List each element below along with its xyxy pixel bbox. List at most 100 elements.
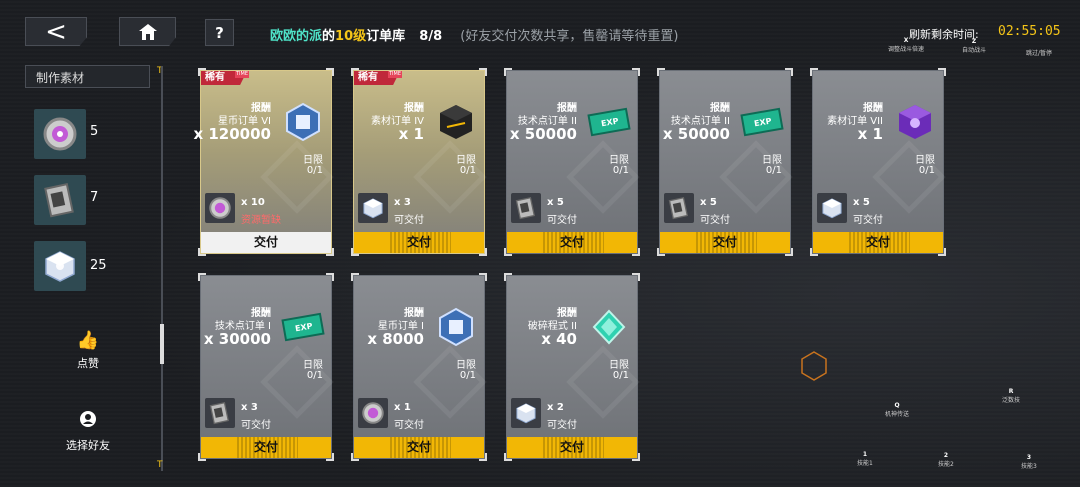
card-corner bbox=[479, 273, 487, 281]
order-card[interactable]: 报酬 技术点订单 I x 30000 EXP 日限 0/1 x 3 可交付 交付 bbox=[198, 273, 334, 461]
reward-item[interactable] bbox=[434, 306, 478, 348]
required-item[interactable] bbox=[817, 193, 847, 223]
required-item[interactable] bbox=[664, 193, 694, 223]
daily-limit-label: 日限 bbox=[456, 360, 476, 371]
reward-item[interactable]: EXP bbox=[281, 306, 325, 348]
sidebar-scrollbar[interactable] bbox=[160, 66, 164, 471]
daily-limit-progress: 0/1 bbox=[612, 370, 629, 381]
deliver-button[interactable]: 交付 bbox=[354, 232, 484, 253]
material-purple-orb[interactable] bbox=[34, 109, 86, 159]
select-friend-button[interactable]: 选择好友 bbox=[58, 410, 118, 453]
order-card[interactable]: 报酬 破碎程式 II x 40 日限 0/1 x 2 可交付 交付 bbox=[504, 273, 640, 461]
hint-r[interactable]: R 泛数技 bbox=[1002, 388, 1020, 404]
home-button[interactable] bbox=[119, 17, 176, 46]
reward-item[interactable] bbox=[434, 101, 478, 143]
help-button[interactable]: ? bbox=[205, 19, 234, 46]
scroll-thumb[interactable] bbox=[160, 324, 164, 364]
reward-amount: x 50000 bbox=[509, 125, 577, 143]
material-count: 7 bbox=[90, 190, 99, 205]
card-corner bbox=[810, 68, 818, 76]
card-corner bbox=[351, 273, 359, 281]
required-item[interactable] bbox=[358, 398, 388, 428]
thumbs-up-icon: 👍 bbox=[76, 330, 100, 351]
order-card[interactable]: 报酬 技术点订单 II x 50000 EXP 日限 0/1 x 5 可交付 交… bbox=[657, 68, 793, 256]
deliver-button[interactable]: 交付 bbox=[507, 437, 637, 458]
reward-item[interactable] bbox=[893, 101, 937, 143]
reward-item[interactable] bbox=[281, 101, 325, 143]
required-quantity: x 10 bbox=[241, 197, 265, 208]
reward-amount: x 1 bbox=[857, 125, 883, 143]
data-chip-icon bbox=[668, 196, 689, 220]
deliver-button[interactable]: 交付 bbox=[354, 437, 484, 458]
required-item[interactable] bbox=[205, 193, 235, 223]
like-button[interactable]: 👍 点赞 bbox=[58, 330, 118, 371]
card-corner bbox=[479, 68, 487, 76]
required-quantity: x 3 bbox=[394, 197, 411, 208]
crystal-cube-icon bbox=[45, 251, 75, 282]
order-card[interactable]: 报酬 技术点订单 II x 50000 EXP 日限 0/1 x 5 可交付 交… bbox=[504, 68, 640, 256]
page-title: 欧欧的派的10级订单库 8/8 (好友交付次数共享，售罄请等待重置) bbox=[270, 25, 678, 44]
hint-skill-1[interactable]: 1 技能1 bbox=[857, 451, 873, 467]
reward-amount: x 40 bbox=[541, 330, 577, 348]
daily-limit-label: 日限 bbox=[762, 155, 782, 166]
reward-item[interactable] bbox=[587, 306, 631, 348]
deliver-button[interactable]: 交付 bbox=[201, 232, 331, 253]
material-crystal-cube[interactable] bbox=[34, 241, 86, 291]
deliver-button[interactable]: 交付 bbox=[660, 232, 790, 253]
hint-skip[interactable]: 跳过/暂停 bbox=[1026, 48, 1052, 57]
hint-teleport[interactable]: Q 机神传送 bbox=[885, 402, 909, 418]
exp-ticket-icon: EXP bbox=[281, 312, 325, 342]
daily-limit-progress: 0/1 bbox=[306, 165, 323, 176]
required-status: 可交付 bbox=[241, 420, 271, 431]
daily-limit-progress: 0/1 bbox=[459, 370, 476, 381]
reward-item[interactable]: EXP bbox=[740, 101, 784, 143]
daily-limit-progress: 0/1 bbox=[306, 370, 323, 381]
hint-skill-2[interactable]: 2 技能2 bbox=[938, 452, 954, 468]
reward-amount: x 120000 bbox=[193, 125, 271, 143]
required-item[interactable] bbox=[511, 398, 541, 428]
order-card[interactable]: 稀有 TIME 报酬 素材订单 IV x 1 日限 0/1 x 3 可交付 交付 bbox=[351, 68, 487, 256]
rail-bottom-marker: T bbox=[157, 460, 163, 470]
back-button[interactable]: < bbox=[25, 17, 87, 46]
deliver-button[interactable]: 交付 bbox=[201, 437, 331, 458]
deliver-button[interactable]: 交付 bbox=[507, 232, 637, 253]
required-quantity: x 1 bbox=[394, 402, 411, 413]
library-level: 10级 bbox=[335, 29, 367, 44]
required-item[interactable] bbox=[358, 193, 388, 223]
required-item[interactable] bbox=[511, 193, 541, 223]
materials-title: 制作素材 bbox=[25, 65, 150, 88]
order-card[interactable]: 稀有 TIME 报酬 星币订单 VI x 120000 日限 0/1 x 10 资… bbox=[193, 68, 334, 256]
hint-auto[interactable]: Z 自动战斗 bbox=[962, 38, 986, 54]
deliver-button[interactable]: 交付 bbox=[813, 232, 943, 253]
order-card[interactable]: 报酬 星币订单 I x 8000 日限 0/1 x 1 可交付 交付 bbox=[351, 273, 487, 461]
card-corner bbox=[938, 68, 946, 76]
reward-amount: x 1 bbox=[398, 125, 424, 143]
purple-orb-icon bbox=[43, 117, 77, 151]
hint-speed[interactable]: X 调整战斗倍速 bbox=[888, 37, 924, 53]
hint-skill-3[interactable]: 3 技能3 bbox=[1021, 454, 1037, 470]
required-status: 可交付 bbox=[547, 420, 577, 431]
card-corner bbox=[504, 68, 512, 76]
card-corner bbox=[785, 68, 793, 76]
data-chip-icon bbox=[44, 183, 74, 218]
select-friend-label: 选择好友 bbox=[66, 439, 110, 452]
card-corner bbox=[326, 68, 334, 76]
required-item[interactable] bbox=[205, 398, 235, 428]
reward-item[interactable]: EXP bbox=[587, 101, 631, 143]
home-icon bbox=[138, 23, 157, 40]
reward-amount: x 50000 bbox=[662, 125, 730, 143]
order-card[interactable]: 报酬 素材订单 VII x 1 日限 0/1 x 5 可交付 交付 bbox=[810, 68, 946, 256]
card-corner bbox=[198, 273, 206, 281]
crystal-cube-icon bbox=[363, 198, 383, 219]
material-data-chip[interactable] bbox=[34, 175, 86, 225]
card-corner bbox=[632, 68, 640, 76]
rare-sub-badge: TIME bbox=[235, 71, 249, 78]
reward-amount: x 8000 bbox=[367, 330, 424, 348]
required-status: 可交付 bbox=[394, 215, 424, 226]
daily-limit-label: 日限 bbox=[609, 360, 629, 371]
required-quantity: x 3 bbox=[241, 402, 258, 413]
help-icon: ? bbox=[215, 23, 224, 42]
daily-limit-progress: 0/1 bbox=[459, 165, 476, 176]
purple-cube-icon bbox=[899, 105, 931, 139]
required-status: 可交付 bbox=[700, 215, 730, 226]
